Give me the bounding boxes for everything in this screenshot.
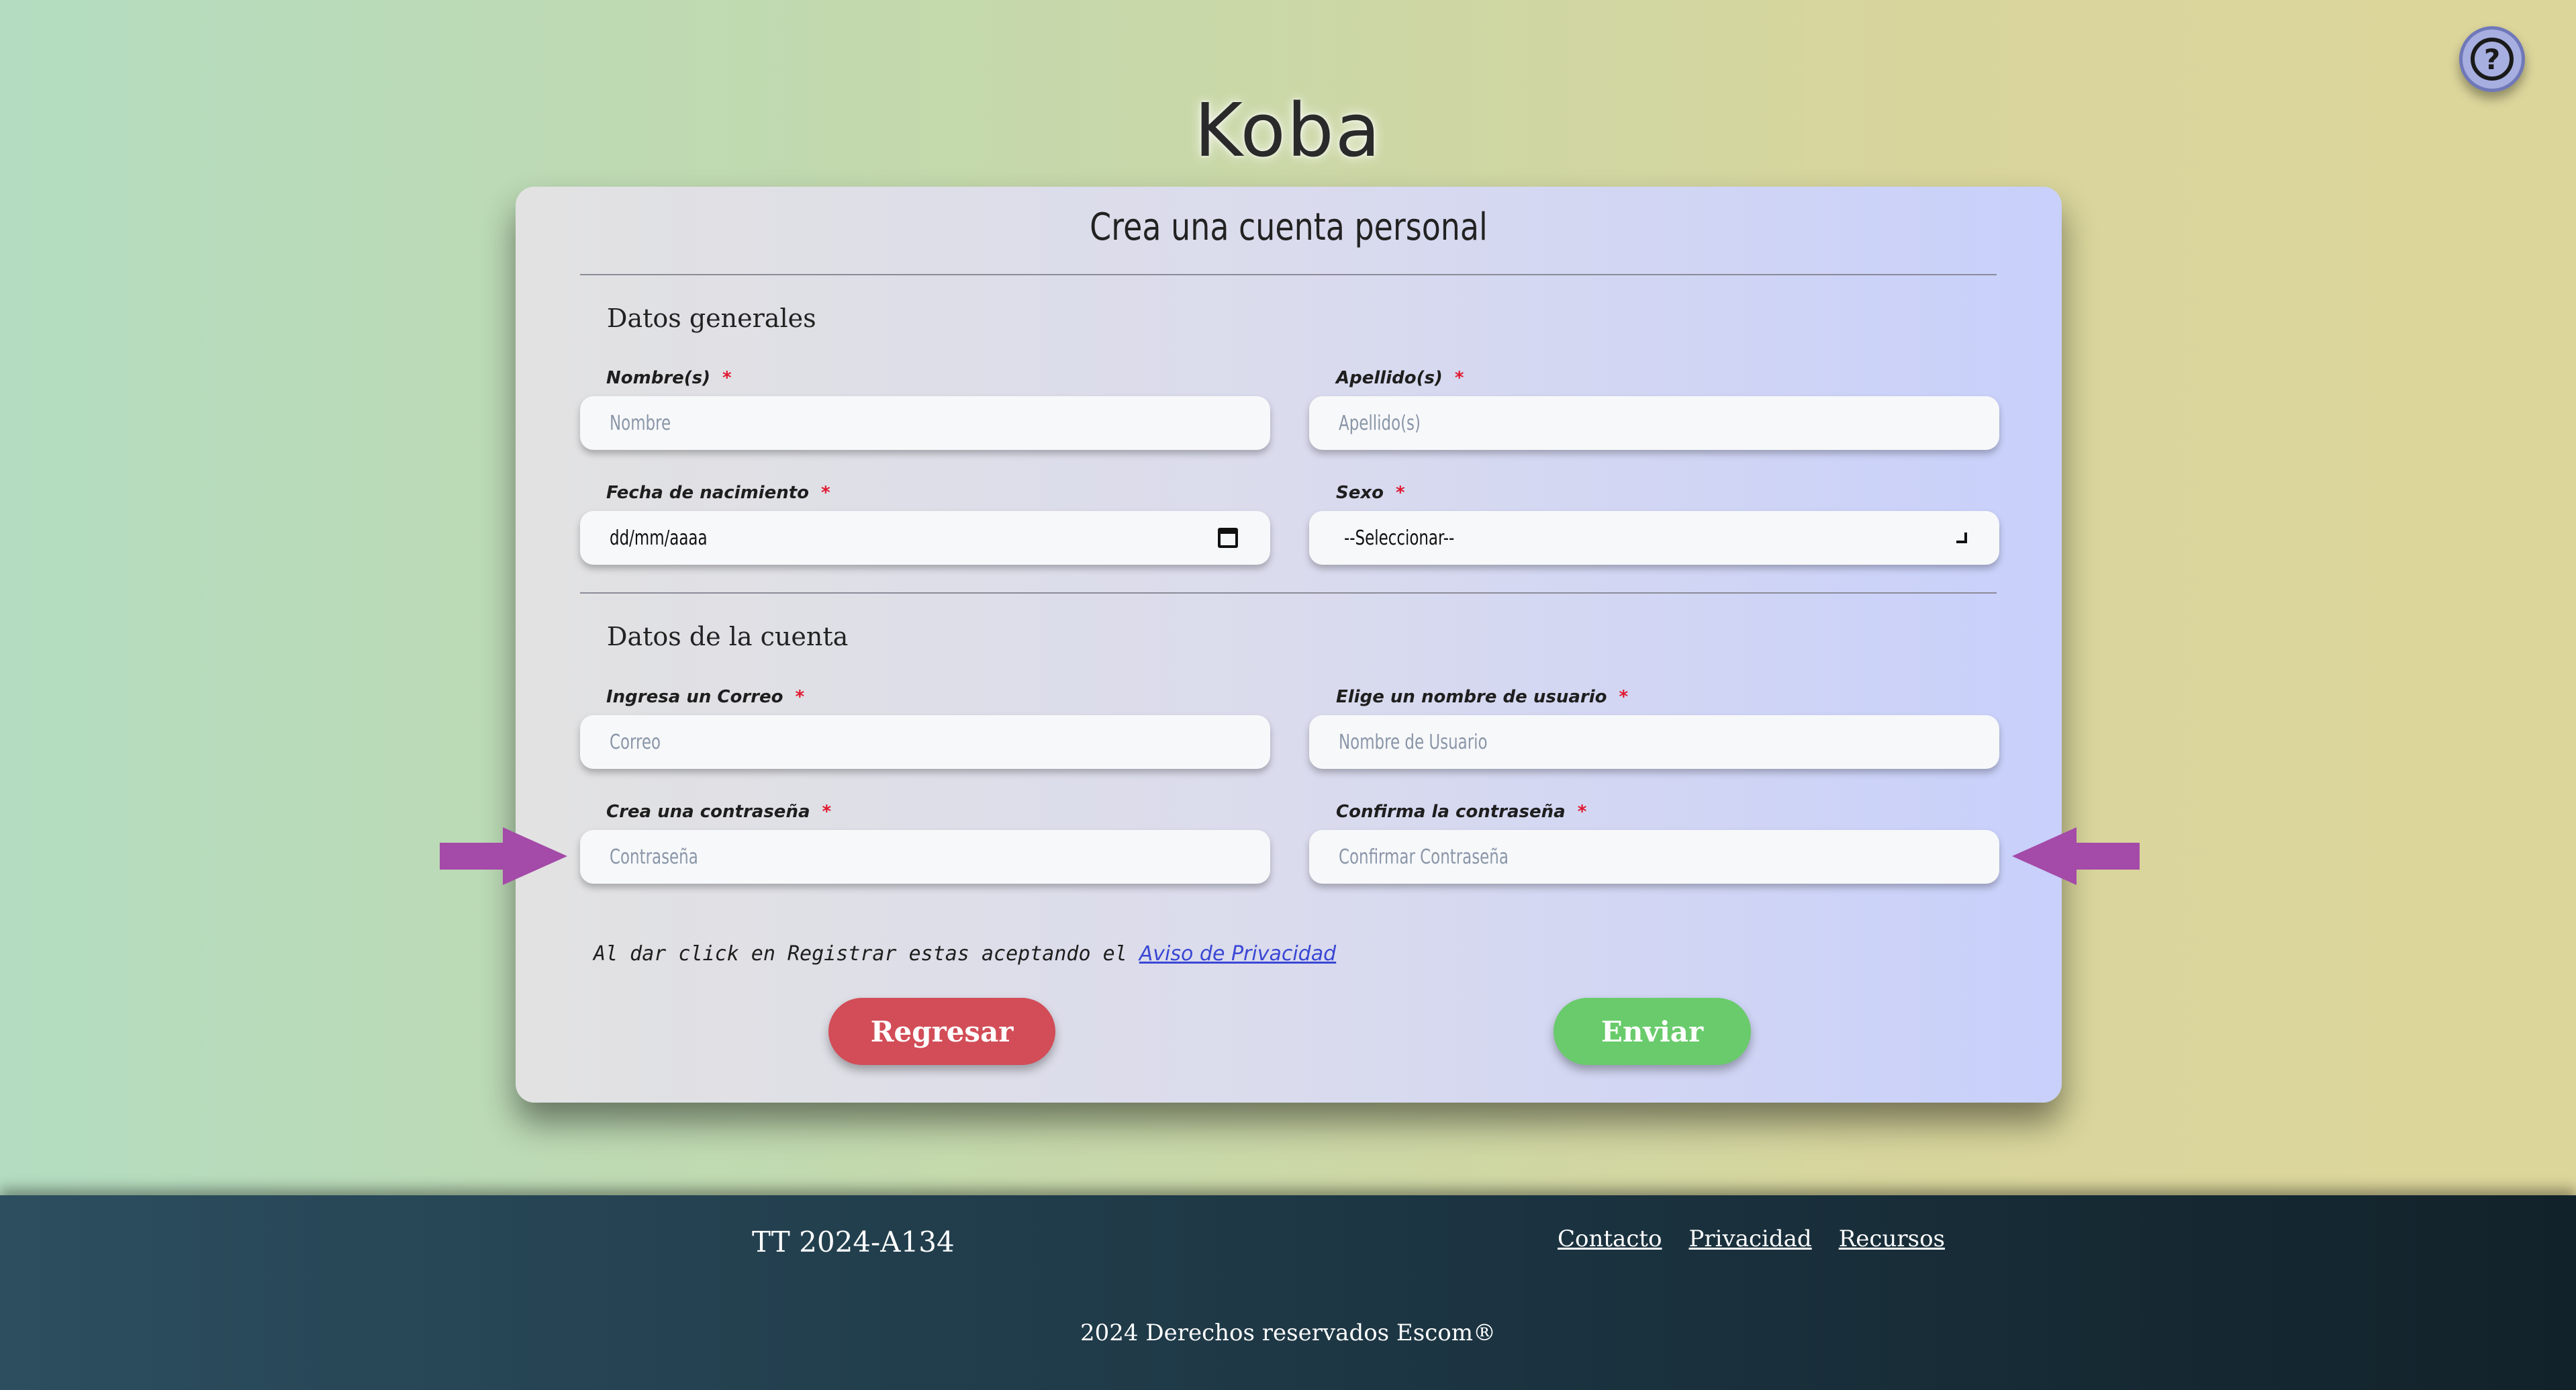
footer-link-privacy[interactable]: Privacidad	[1689, 1225, 1812, 1252]
page-title: Crea una cuenta personal	[1090, 205, 1488, 249]
email-label: Ingresa un Correo *	[606, 687, 805, 707]
footer-project: TT 2024-A134	[752, 1225, 955, 1258]
last-name-input[interactable]: Apellido(s)	[1309, 396, 1999, 450]
footer-copyright: 2024 Derechos reservados Escom®	[1080, 1319, 1496, 1346]
footer-link-resources[interactable]: Recursos	[1839, 1225, 1945, 1252]
arrow-right-icon	[440, 827, 567, 885]
submit-button[interactable]: Enviar	[1554, 998, 1751, 1065]
privacy-note: Al dar click en Registrar estas aceptand…	[593, 942, 1337, 966]
username-label: Elige un nombre de usuario *	[1336, 687, 1629, 707]
chevron-down-icon	[1956, 532, 1967, 543]
footer: TT 2024-A134 Contacto Privacidad Recurso…	[0, 1195, 2576, 1390]
username-input[interactable]: Nombre de Usuario	[1309, 715, 1999, 769]
confirm-password-label: Confirma la contraseña *	[1336, 802, 1587, 822]
email-input[interactable]: Correo	[580, 715, 1270, 769]
section-title-general: Datos generales	[607, 304, 816, 333]
confirm-password-input[interactable]: Confirmar Contraseña	[1309, 830, 1999, 884]
privacy-link[interactable]: Aviso de Privacidad	[1139, 942, 1336, 966]
sex-label: Sexo *	[1336, 483, 1405, 503]
divider	[580, 274, 1997, 275]
birth-date-input[interactable]: dd/mm/aaaa	[580, 511, 1270, 565]
signup-card: Crea una cuenta personal Datos generales…	[516, 187, 2062, 1103]
sex-select[interactable]: --Seleccionar--	[1309, 511, 1999, 565]
question-icon: ?	[2471, 38, 2514, 81]
password-label: Crea una contraseña *	[606, 802, 832, 822]
password-input[interactable]: Contraseña	[580, 830, 1270, 884]
birth-date-label: Fecha de nacimiento *	[606, 483, 830, 503]
app-logo: Koba	[1194, 87, 1382, 173]
footer-link-contact[interactable]: Contacto	[1558, 1225, 1662, 1252]
arrow-left-icon	[2012, 827, 2140, 885]
last-name-label: Apellido(s) *	[1336, 368, 1464, 388]
first-name-label: Nombre(s) *	[606, 368, 732, 388]
footer-links: Contacto Privacidad Recursos	[1558, 1225, 1945, 1252]
back-button[interactable]: Regresar	[828, 998, 1055, 1065]
first-name-input[interactable]: Nombre	[580, 396, 1270, 450]
help-button[interactable]: ?	[2459, 26, 2525, 92]
calendar-icon[interactable]	[1218, 528, 1238, 548]
section-title-account: Datos de la cuenta	[607, 622, 849, 651]
divider	[580, 592, 1997, 594]
